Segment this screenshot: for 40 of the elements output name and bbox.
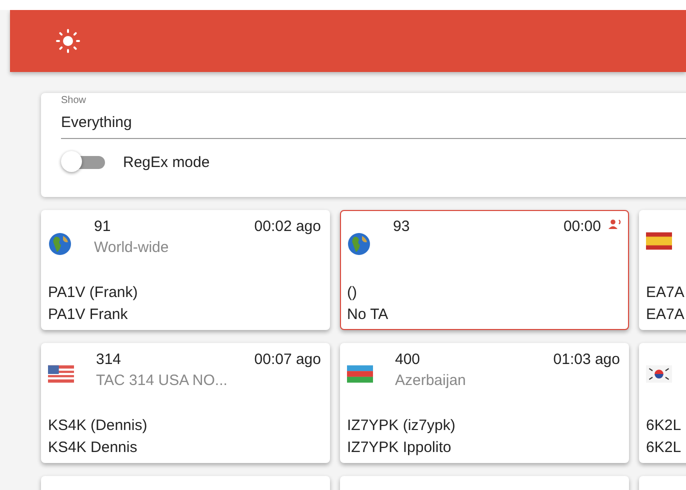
caller-line: EA7A xyxy=(646,306,686,323)
caller-line: IZ7YPK Ippolito xyxy=(347,439,452,456)
caller-line: EA7A xyxy=(646,284,686,301)
flag-icon xyxy=(48,365,74,383)
talkgroup-card[interactable]: 91 World-wide 00:02 ago PA1V (Frank) PA1V Frank xyxy=(41,210,330,330)
time-ago: 01:03 ago xyxy=(553,351,620,368)
talkgroup-card[interactable]: 314 TAC 314 USA NO... 00:07 ago KS4K (Dennis) KS4K Dennis xyxy=(41,343,330,463)
talkgroup-card[interactable]: 6K2L 6K2L xyxy=(639,343,686,463)
globe-icon xyxy=(347,232,371,256)
show-field[interactable]: Show Everything xyxy=(61,95,686,139)
talkgroup-number: 93 xyxy=(393,218,411,235)
caller-line: () xyxy=(347,284,358,301)
caller-line: No TA xyxy=(347,306,390,323)
talkgroup-number: 91 xyxy=(94,218,112,235)
talkgroup-number: 314 xyxy=(96,351,122,368)
talkgroup-name: TAC 314 USA NO... xyxy=(96,372,228,389)
talkgroup-card[interactable]: EA7A EA7A xyxy=(639,210,686,330)
caller-line: IZ7YPK (iz7ypk) xyxy=(347,417,456,434)
caller-line: KS4K (Dennis) xyxy=(48,417,148,434)
person-icon xyxy=(608,219,622,229)
time-ago: 00:07 ago xyxy=(254,351,321,368)
time-ago: 00:02 ago xyxy=(254,218,321,235)
flag-icon xyxy=(347,365,373,383)
caller-line: PA1V Frank xyxy=(48,306,129,323)
regex-label: RegEx mode xyxy=(123,154,210,170)
talkgroup-name: Azerbaijan xyxy=(395,372,467,389)
regex-switch[interactable] xyxy=(61,151,107,173)
globe-icon xyxy=(48,232,72,256)
talkgroup-name: World-wide xyxy=(94,239,170,256)
talkgroup-number: 400 xyxy=(395,351,422,368)
caller-line: PA1V (Frank) xyxy=(48,284,139,301)
caller-line: 6K2L xyxy=(646,439,682,456)
flag-icon xyxy=(646,232,672,250)
time-ago: 00:00 xyxy=(563,218,601,235)
caller-line: 6K2L xyxy=(646,417,682,434)
flag-icon xyxy=(646,365,672,383)
sun-icon[interactable] xyxy=(56,29,80,53)
talkgroup-card[interactable]: 93 00:00 () No TA xyxy=(340,210,629,330)
caller-line: KS4K Dennis xyxy=(48,439,138,456)
talkgroup-card[interactable]: 400 Azerbaijan 01:03 ago IZ7YPK (iz7ypk) IZ7YPK Ippolito xyxy=(340,343,629,463)
